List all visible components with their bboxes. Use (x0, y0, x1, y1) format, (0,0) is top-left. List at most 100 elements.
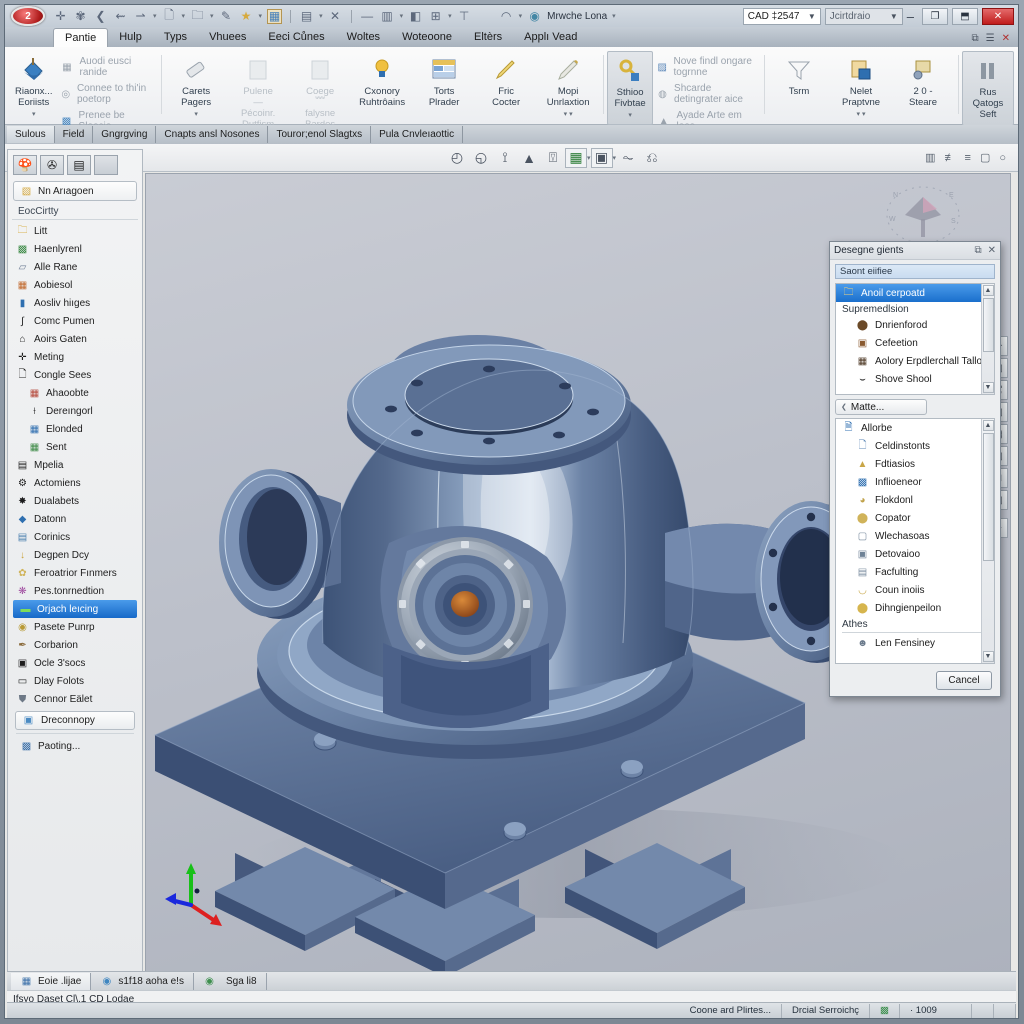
tree-item-21[interactable]: ▬ Orjach leıcing (13, 600, 137, 618)
ribbon-tab-0[interactable]: Pantie (53, 28, 109, 47)
document-tab-1[interactable]: ◉ s1f18 aoha e!s (91, 972, 194, 990)
tree-item-4[interactable]: ▮ Aosliv hiıges (10, 294, 140, 312)
chevron-down-icon[interactable]: ▾ (259, 12, 263, 20)
ribbon-big-button[interactable]: Tsrm (768, 51, 830, 102)
dialog-list-item[interactable]: ⌣ Shove Shool (836, 370, 994, 388)
ribbon-close-icon[interactable]: ✕ (1002, 33, 1010, 44)
ribbon-tab-5[interactable]: Woltes (336, 28, 391, 47)
dialog-bottom-scrollbar[interactable]: ▲ ▼ (981, 419, 994, 663)
tree-item-8[interactable]: 🗋 Congle Sees (10, 366, 140, 384)
tree-item-2[interactable]: ▱ Alle Rane (10, 258, 140, 276)
ribbon-big-button[interactable]: Rus Qatogs Seft (962, 51, 1014, 126)
ribbon-tab-8[interactable]: Applı Vead (513, 28, 588, 47)
zoom-icon[interactable]: ◵ (469, 147, 493, 169)
ribbon-small-button-0[interactable]: ▨ Nove findl ongare togrnne (657, 56, 754, 78)
scroll-thumb[interactable] (982, 298, 994, 352)
orbit-icon[interactable]: ◴ (445, 147, 469, 169)
measure-icon[interactable]: ⇀ (133, 9, 148, 24)
dialog-list-item[interactable]: ⬤ Dihngienpeilon (836, 599, 994, 617)
ribbon-big-button[interactable]: Sthioo Fivbtae ▾ (607, 51, 654, 125)
list-icon[interactable]: ≡ (965, 152, 971, 164)
chevron-down-icon[interactable]: ▾ (194, 111, 198, 119)
context-combo[interactable]: Jcirtdraio ▼ (824, 7, 903, 25)
perspective-icon[interactable]: ⍔ (541, 147, 565, 169)
circle-icon[interactable]: ○ (999, 152, 1006, 164)
undo-icon[interactable]: ❮ (93, 9, 108, 24)
cloud-icon[interactable]: ◠ (499, 9, 514, 24)
tree-item-20[interactable]: ❋ Pes.tonrnedtion (10, 582, 140, 600)
status-cell-3[interactable]: · 1009 (900, 1003, 972, 1018)
tree-item-12[interactable]: ▦ Sent (10, 438, 140, 456)
window-icon[interactable]: ⊞ (428, 9, 443, 24)
context-tab-4[interactable]: Touror;enol Slagtxs (268, 126, 372, 143)
dialog-more-button[interactable]: ❮ Matte... (835, 399, 927, 415)
link-icon[interactable]: ✇ (40, 155, 64, 175)
new-icon[interactable]: ✛ (53, 9, 68, 24)
spreadsheet-icon[interactable]: ▦ (565, 147, 587, 168)
dialog-list-item[interactable]: ◡ Coun inoiis (836, 581, 994, 599)
box-icon[interactable]: ▣ (590, 147, 613, 168)
tree-item-17[interactable]: ▤ Corinics (10, 528, 140, 546)
status-cell-0[interactable]: Coone ard Plirtes... (680, 1003, 782, 1018)
tree-icon[interactable]: 🍄 (13, 155, 37, 175)
paint-icon[interactable]: ◧ (408, 9, 423, 24)
dialog-search-field[interactable]: Saont eiifiee (835, 264, 995, 279)
status-cell-extra1[interactable] (972, 1003, 994, 1018)
tree-footer-item[interactable]: ▩ Paoting... (10, 737, 140, 755)
chevron-down-icon[interactable]: ▾ (519, 12, 523, 20)
layers-icon[interactable]: ▥ (380, 9, 395, 24)
dialog-list-bottom[interactable]: 🗎 Allorbe 🗋 Celdinstonts ▲ Fdtiasios ▩ I… (835, 418, 995, 664)
cone-icon[interactable]: ▲ (517, 147, 541, 169)
document-icon[interactable]: 🗋 (162, 8, 177, 24)
tree-item-1[interactable]: ▩ Haenlyrenl (10, 240, 140, 258)
tree-item-18[interactable]: ↓ Degpen Dcy (10, 546, 140, 564)
dialog-list-item[interactable]: ▣ Detovaioo (836, 545, 994, 563)
tee-icon[interactable]: ⊤ (457, 9, 472, 24)
align-icon[interactable]: ≢ (945, 152, 956, 164)
chevron-down-icon[interactable]: ▾ (319, 12, 323, 20)
measure-icon[interactable]: ⎌ (640, 147, 664, 169)
tree-item-9[interactable]: ▦ Ahaoobte (10, 384, 140, 402)
ribbon-big-button[interactable]: Carets Pagers ▾ (165, 51, 227, 123)
pin-icon[interactable]: ✎ (219, 9, 234, 24)
ribbon-tab-2[interactable]: Typs (153, 28, 198, 47)
tree-item-19[interactable]: ✿ Feroatrior Fınmers (10, 564, 140, 582)
dialog-list-item[interactable]: ▢ Wlechasoas (836, 527, 994, 545)
dialog-list-item[interactable]: 🗋 Celdinstonts (836, 437, 994, 455)
blank-icon[interactable] (94, 155, 118, 175)
tree-item-3[interactable]: ▦ Aobiesol (10, 276, 140, 294)
grid-icon[interactable]: ▥ (925, 151, 935, 164)
ribbon-big-button[interactable]: Riaonx... Eoriists ▾ (11, 51, 56, 123)
context-tab-0[interactable]: Sulous (7, 126, 55, 143)
ribbon-big-button[interactable]: Nelet Praptvne ▾ ▾ (830, 51, 892, 123)
dialog-list-item[interactable]: ▲ Fdtiasios (836, 455, 994, 473)
ribbon-small-button-1[interactable]: ◍ Shcarde detingrater aice (657, 83, 754, 105)
scroll-thumb[interactable] (982, 433, 994, 561)
tree-item-6[interactable]: ⌂ Aoirs Gaten (10, 330, 140, 348)
context-tab-5[interactable]: Pula Cnvleıaottic (371, 126, 464, 143)
ribbon-small-button-0[interactable]: ▦ Auodi eusci ranide (60, 56, 151, 78)
properties-icon[interactable]: ▤ (67, 155, 91, 175)
minimize-button[interactable]: – (907, 9, 914, 24)
restore-icon[interactable]: ⧉ (974, 245, 981, 256)
tree-item-10[interactable]: ⟊ Dereıngorl (10, 402, 140, 420)
chevron-down-icon[interactable]: ▾ (448, 12, 452, 20)
help-window-icon[interactable]: ⧉ (972, 33, 979, 44)
ribbon-small-button-1[interactable]: ◎ Connee to thi'in poetorp (60, 83, 151, 105)
tree-item-7[interactable]: ✛ Meting (10, 348, 140, 366)
status-icon[interactable]: ▩ (870, 1003, 900, 1018)
ribbon-menu-icon[interactable]: ☰ (986, 33, 995, 44)
frame-icon[interactable]: ▢ (980, 151, 990, 164)
context-tab-2[interactable]: Gngrgving (93, 126, 157, 143)
ribbon-big-button[interactable]: Mopi Unrlaxtion ▾ ▾ (537, 51, 599, 123)
document-combo[interactable]: CAD ‡2547 ▼ (742, 7, 821, 25)
tree-item-25[interactable]: ▭ Dlay Folots (10, 672, 140, 690)
chevron-down-icon[interactable]: ▾ (628, 112, 632, 120)
status-cell-extra2[interactable] (994, 1003, 1016, 1018)
tree-item-23[interactable]: ✒ Corbarion (10, 636, 140, 654)
redo-icon[interactable]: ⇜ (113, 9, 128, 24)
scroll-up-icon[interactable]: ▲ (982, 285, 994, 296)
tree-item-13[interactable]: ▤ Mpelia (10, 456, 140, 474)
tree-item-14[interactable]: ⚙ Actomiens (10, 474, 140, 492)
chevron-down-icon[interactable]: ▾ ▾ (857, 111, 866, 119)
